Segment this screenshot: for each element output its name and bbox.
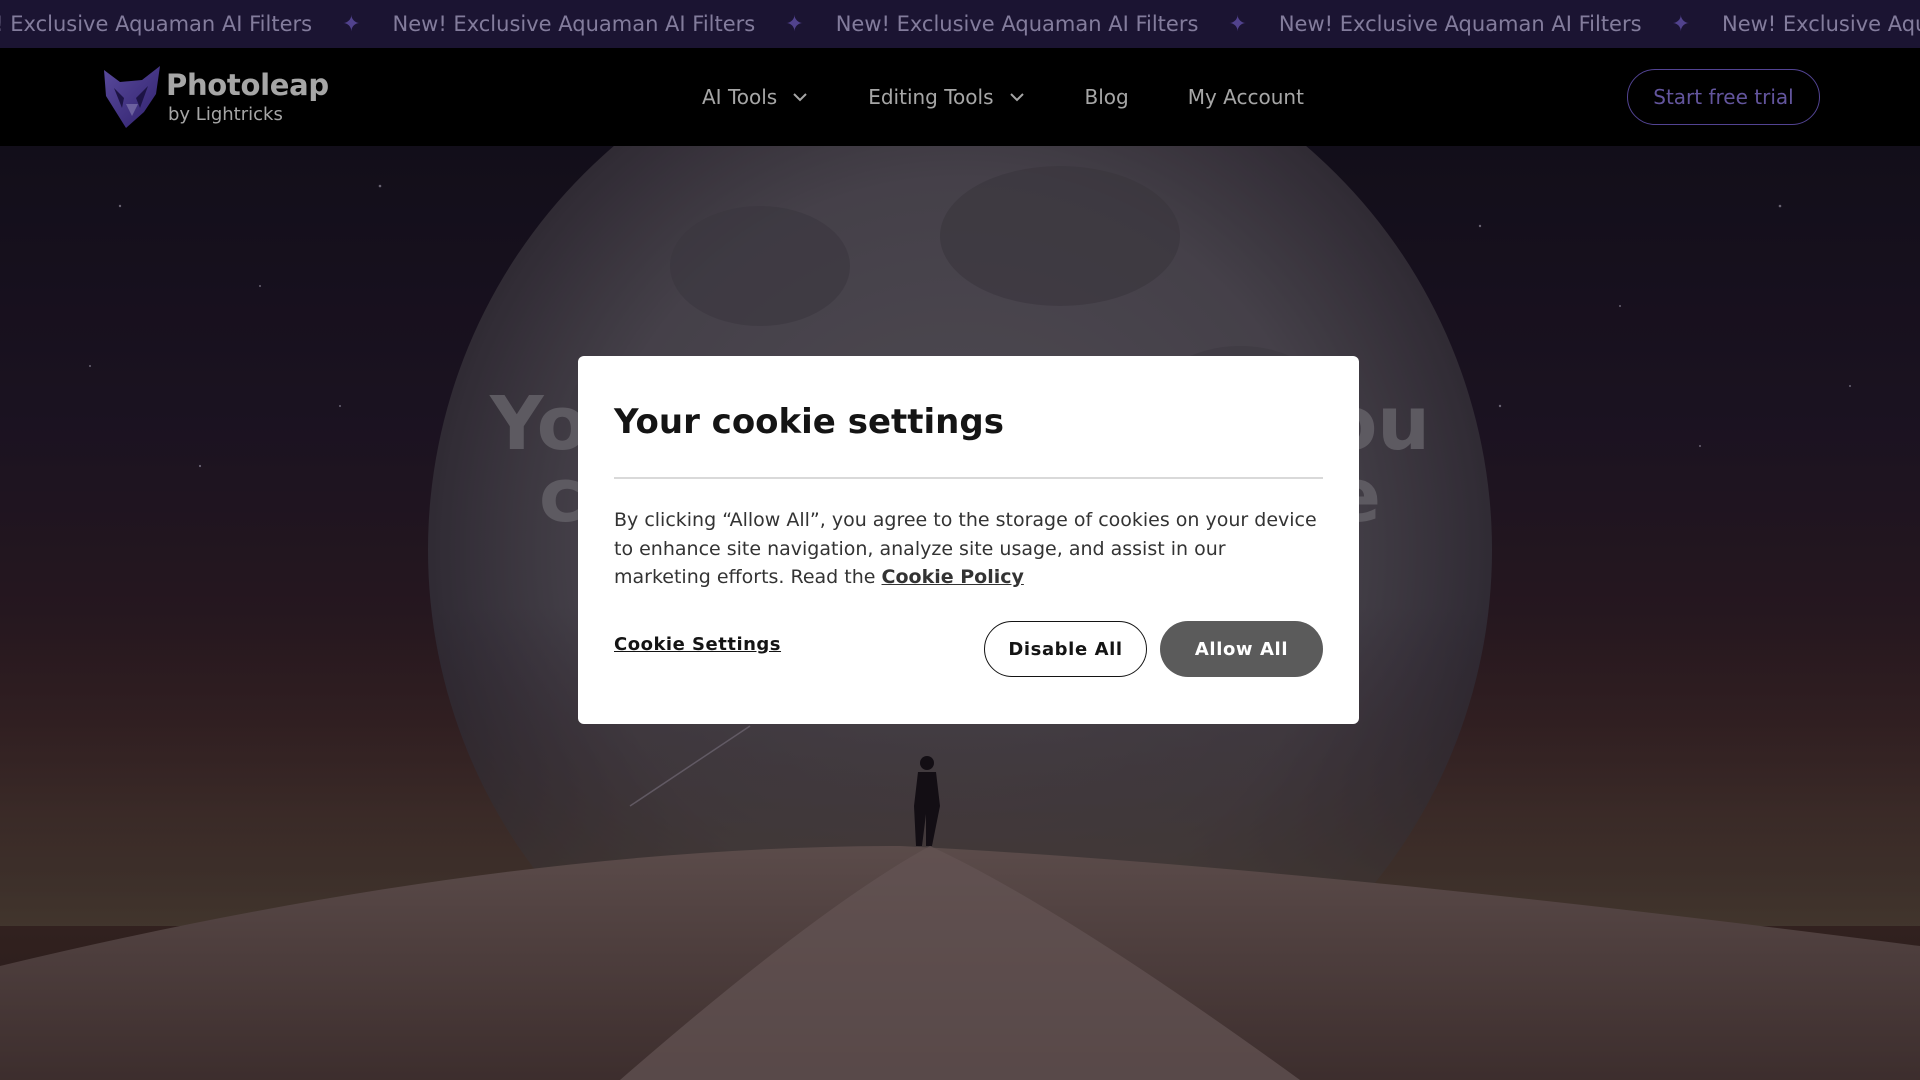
disable-all-button[interactable]: Disable All — [984, 621, 1147, 677]
allow-all-button[interactable]: Allow All — [1160, 621, 1323, 677]
divider — [614, 477, 1323, 479]
cookie-policy-link[interactable]: Cookie Policy — [882, 566, 1024, 588]
dialog-body: By clicking “Allow All”, you agree to th… — [614, 506, 1323, 592]
dialog-title: Your cookie settings — [614, 402, 1004, 442]
cookie-settings-dialog: Your cookie settings By clicking “Allow … — [578, 356, 1359, 724]
cookie-settings-link[interactable]: Cookie Settings — [614, 634, 781, 655]
